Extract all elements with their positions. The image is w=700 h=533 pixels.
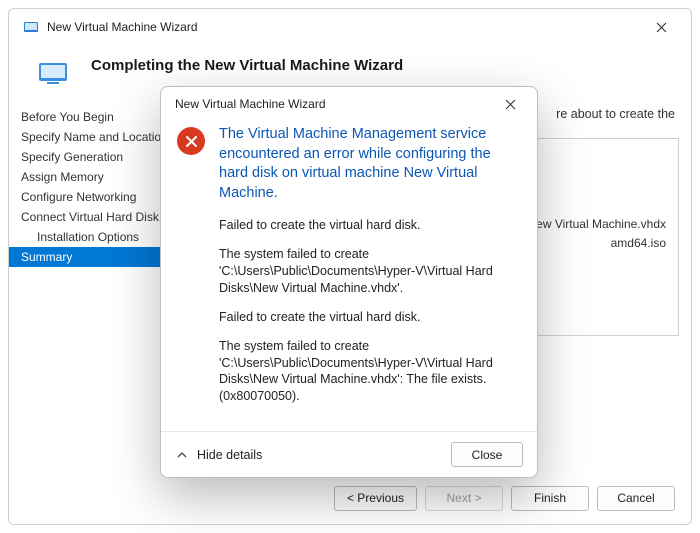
error-dialog-text: The Virtual Machine Management service e… <box>219 125 517 417</box>
error-headline: The Virtual Machine Management service e… <box>219 125 517 203</box>
error-paragraph: The system failed to create 'C:\Users\Pu… <box>219 246 517 297</box>
sidebar-item-label: Installation Options <box>37 230 139 244</box>
previous-button[interactable]: < Previous <box>334 486 417 511</box>
next-button-label: Next > <box>446 491 481 505</box>
wizard-title: New Virtual Machine Wizard <box>47 20 198 34</box>
cancel-button[interactable]: Cancel <box>597 486 675 511</box>
sidebar-item-label: Assign Memory <box>21 170 104 184</box>
close-icon <box>505 99 516 110</box>
wizard-header-icon <box>37 61 69 85</box>
wizard-footer: < Previous Next > Finish Cancel <box>9 472 691 524</box>
wizard-page-title: Completing the New Virtual Machine Wizar… <box>91 57 403 74</box>
sidebar-item-before-you-begin[interactable]: Before You Begin <box>9 107 179 127</box>
error-close-button[interactable]: Close <box>451 442 523 467</box>
close-icon <box>656 22 667 33</box>
error-dialog-body: The Virtual Machine Management service e… <box>161 121 537 431</box>
error-icon <box>177 127 205 155</box>
sidebar-item-configure-networking[interactable]: Configure Networking <box>9 187 179 207</box>
sidebar-item-label: Configure Networking <box>21 190 136 204</box>
finish-button-label: Finish <box>534 491 566 505</box>
sidebar-item-label: Summary <box>21 250 72 264</box>
wizard-sidebar: Before You Begin Specify Name and Locatio… <box>9 105 179 472</box>
error-paragraph: Failed to create the virtual hard disk. <box>219 309 517 326</box>
sidebar-item-label: Connect Virtual Hard Disk <box>21 210 159 224</box>
sidebar-item-specify-name-and-location[interactable]: Specify Name and Location <box>9 127 179 147</box>
error-close-button-label: Close <box>472 448 503 462</box>
wizard-close-button[interactable] <box>639 12 683 42</box>
sidebar-item-assign-memory[interactable]: Assign Memory <box>9 167 179 187</box>
wizard-app-icon <box>23 19 39 35</box>
chevron-up-icon <box>175 448 189 462</box>
sidebar-item-label: Specify Name and Location <box>21 130 168 144</box>
error-dialog: New Virtual Machine Wizard The Virtual M… <box>160 86 538 478</box>
sidebar-item-specify-generation[interactable]: Specify Generation <box>9 147 179 167</box>
previous-button-label: < Previous <box>347 491 404 505</box>
error-paragraph: Failed to create the virtual hard disk. <box>219 217 517 234</box>
error-dialog-title: New Virtual Machine Wizard <box>175 97 326 111</box>
hide-details-label: Hide details <box>197 448 262 462</box>
error-dialog-footer: Hide details Close <box>161 431 537 477</box>
wizard-titlebar: New Virtual Machine Wizard <box>9 9 691 45</box>
hide-details-toggle[interactable]: Hide details <box>175 448 441 462</box>
cancel-button-label: Cancel <box>617 491 654 505</box>
sidebar-item-connect-virtual-hard-disk[interactable]: Connect Virtual Hard Disk <box>9 207 179 227</box>
error-dialog-close-button[interactable] <box>489 91 531 117</box>
finish-button[interactable]: Finish <box>511 486 589 511</box>
error-dialog-titlebar: New Virtual Machine Wizard <box>161 87 537 121</box>
next-button: Next > <box>425 486 503 511</box>
sidebar-item-label: Specify Generation <box>21 150 123 164</box>
sidebar-item-summary[interactable]: Summary <box>9 247 179 267</box>
sidebar-item-label: Before You Begin <box>21 110 114 124</box>
error-paragraph: The system failed to create 'C:\Users\Pu… <box>219 338 517 406</box>
sidebar-item-installation-options[interactable]: Installation Options <box>9 227 179 247</box>
